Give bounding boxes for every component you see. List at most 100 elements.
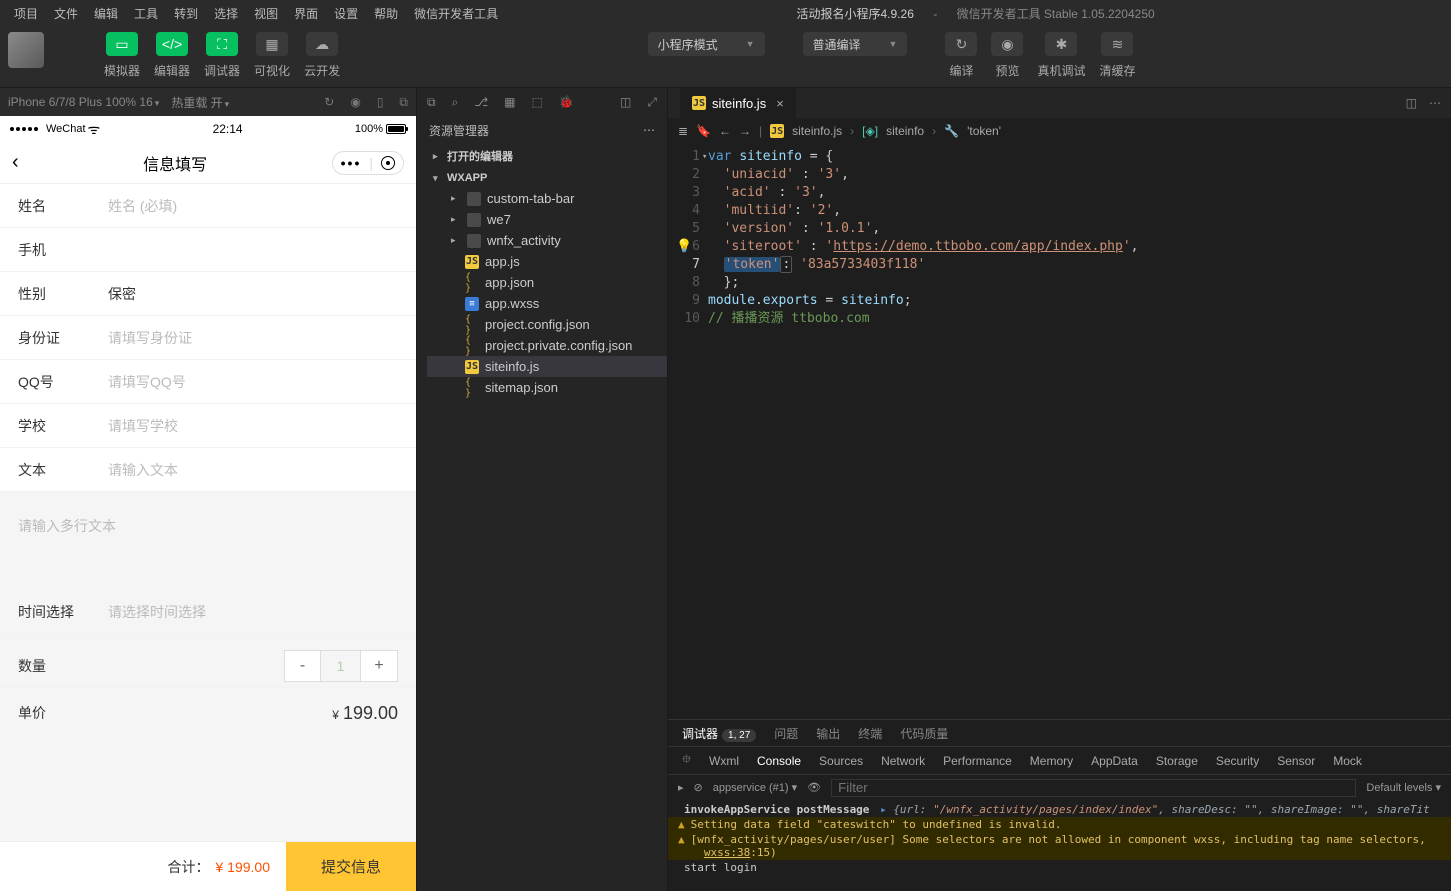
folder-wnfx-activity[interactable]: ▸wnfx_activity [427,230,667,251]
devtab-storage[interactable]: Storage [1156,754,1198,768]
devtab-performance[interactable]: Performance [943,754,1012,768]
multiline-input[interactable]: 请输入多行文本 [0,502,416,580]
form-row-phone[interactable]: 手机 [0,228,416,272]
list-icon[interactable]: ≣ [678,124,688,138]
devtab-console[interactable]: Console [757,754,801,768]
qty-plus-button[interactable]: + [361,651,397,681]
folder-custom-tab-bar[interactable]: ▸custom-tab-bar [427,188,667,209]
file-app-wxss[interactable]: ≡app.wxss [427,293,667,314]
search-icon[interactable]: ⌕ [452,95,459,110]
avatar[interactable] [8,32,44,68]
devtab-wxml[interactable]: Wxml [709,754,739,768]
remote-debug-button[interactable]: ✱真机调试 [1037,32,1085,79]
back-arrow-icon[interactable]: ← [719,124,731,138]
file-app-json[interactable]: { }app.json [427,272,667,293]
form-row-text[interactable]: 文本请输入文本 [0,448,416,492]
back-icon[interactable]: ‹ [12,151,19,174]
devtab-mock[interactable]: Mock [1333,754,1362,768]
menu-file[interactable]: 文件 [46,5,86,22]
bug-icon[interactable]: 🐞 [559,95,574,109]
split-editor-icon[interactable]: ◫ [1406,96,1417,110]
breadcrumb[interactable]: ≣ 🔖 ← → | JS siteinfo.js› [◈]siteinfo› 🔧… [668,118,1451,144]
devtab-appdata[interactable]: AppData [1091,754,1138,768]
devtab-memory[interactable]: Memory [1030,754,1073,768]
preview-button[interactable]: ◉预览 [991,32,1023,79]
folder-we7[interactable]: ▸we7 [427,209,667,230]
forward-arrow-icon[interactable]: → [739,124,751,138]
more-editor-icon[interactable]: ⋯ [1429,96,1441,110]
menu-settings[interactable]: 设置 [326,5,366,22]
devtab-security[interactable]: Security [1216,754,1259,768]
record-icon[interactable]: ◉ [350,95,360,110]
file-project-config[interactable]: { }project.config.json [427,314,667,335]
form-row-time[interactable]: 时间选择请选择时间选择 [0,590,416,634]
devtab-network[interactable]: Network [881,754,925,768]
console-output[interactable]: invokeAppService postMessage ▸ {url: "/w… [668,800,1451,891]
menu-tools[interactable]: 工具 [126,5,166,22]
submit-button[interactable]: 提交信息 [286,842,416,891]
menu-help[interactable]: 帮助 [366,5,406,22]
play-icon[interactable]: ▸ [678,781,684,794]
code-editor[interactable]: 1▾2345 💡6 7 8910 var siteinfo = { 'uniac… [668,144,1451,719]
menu-project[interactable]: 项目 [6,5,46,22]
file-app-js[interactable]: JSapp.js [427,251,667,272]
inspect-icon[interactable]: ⯐ [682,750,691,771]
tab-codequality[interactable]: 代码质量 [900,725,948,742]
more-icon[interactable]: ⋯ [643,123,655,137]
branch-icon[interactable]: ⎇ [474,95,488,109]
visual-button[interactable]: ▦可视化 [254,32,290,79]
hot-reload-toggle[interactable]: 热重载 开▾ [171,94,229,111]
extension-icon[interactable]: ⬚ [531,95,542,109]
tab-siteinfo[interactable]: JS siteinfo.js × [680,88,796,118]
opened-editors-section[interactable]: ▸打开的编辑器 [427,144,667,168]
devtab-sources[interactable]: Sources [819,754,863,768]
menu-edit[interactable]: 编辑 [86,5,126,22]
editor-button[interactable]: </>编辑器 [154,32,190,79]
file-sitemap-json[interactable]: { }sitemap.json [427,377,667,398]
tab-terminal[interactable]: 终端 [858,725,882,742]
quantity-stepper[interactable]: - 1 + [284,650,398,682]
form-row-school[interactable]: 学校请填写学校 [0,404,416,448]
menu-select[interactable]: 选择 [206,5,246,22]
qty-minus-button[interactable]: - [285,651,321,681]
bookmark-icon[interactable]: 🔖 [696,124,711,138]
devtab-sensor[interactable]: Sensor [1277,754,1315,768]
form-row-gender[interactable]: 性别保密 [0,272,416,316]
menu-view[interactable]: 视图 [246,5,286,22]
form-row-qq[interactable]: QQ号请填写QQ号 [0,360,416,404]
grid-icon[interactable]: ▦ [504,95,515,109]
tab-problems[interactable]: 问题 [774,725,798,742]
context-selector[interactable]: appservice (#1) ▾ [713,781,797,794]
mode-dropdown[interactable]: 小程序模式▼ [648,32,765,56]
menu-ui[interactable]: 界面 [286,5,326,22]
clear-cache-button[interactable]: ≋清缓存 [1099,32,1135,79]
debugger-button[interactable]: ⛶调试器 [204,32,240,79]
device-selector[interactable]: iPhone 6/7/8 Plus 100% 16▾ [8,95,159,109]
cloud-button[interactable]: ☁云开发 [304,32,340,79]
close-target-icon[interactable] [381,156,395,170]
menu-devtools[interactable]: 微信开发者工具 [406,5,506,22]
compile-mode-dropdown[interactable]: 普通编译▼ [803,32,908,56]
files-icon[interactable]: ⧉ [427,95,436,110]
menu-icon[interactable]: ••• [341,155,362,171]
file-project-private-config[interactable]: { }project.private.config.json [427,335,667,356]
levels-dropdown[interactable]: Default levels ▾ [1366,781,1441,794]
file-siteinfo-js[interactable]: JSsiteinfo.js [427,356,667,377]
form-row-idcard[interactable]: 身份证请填写身份证 [0,316,416,360]
console-filter-input[interactable] [831,779,1356,797]
form-row-name[interactable]: 姓名姓名 (必填) [0,184,416,228]
refresh-icon[interactable]: ↻ [324,95,334,110]
simulator-button[interactable]: ▭模拟器 [104,32,140,79]
split-icon[interactable]: ◫ [620,95,631,109]
device-icon[interactable]: ▯ [377,95,384,110]
eye-icon[interactable]: 👁 [807,781,821,794]
popout-icon[interactable]: ⧉ [399,95,408,110]
close-tab-icon[interactable]: × [776,96,784,111]
tab-debugger[interactable]: 调试器1, 27 [682,725,756,742]
clear-console-icon[interactable]: ⊘ [694,781,703,794]
root-section[interactable]: ▾WXAPP [427,168,667,188]
compile-button[interactable]: ↻编译 [945,32,977,79]
tab-output[interactable]: 输出 [816,725,840,742]
expand-icon[interactable]: ⤢ [647,95,657,110]
menu-goto[interactable]: 转到 [166,5,206,22]
